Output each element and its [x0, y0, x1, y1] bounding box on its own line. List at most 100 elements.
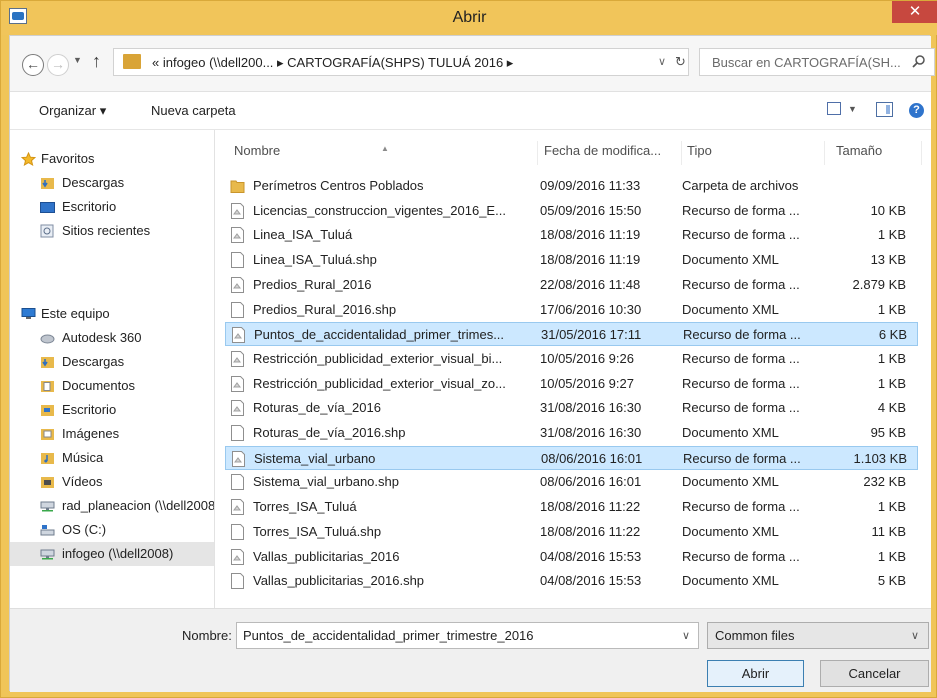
file-type: Documento XML: [682, 252, 779, 268]
table-row[interactable]: Torres_ISA_Tuluá.shp 18/08/2016 11:22 Docu…: [225, 520, 918, 544]
breadcrumb[interactable]: « infogeo (\\dell200... ▸ CARTOGRAFÍA(SH…: [152, 55, 513, 71]
xml-file-icon: [231, 523, 244, 540]
file-date: 09/09/2016 11:33: [540, 178, 641, 193]
file-size: 13 KB: [870, 252, 906, 268]
sidebar-item-this-pc[interactable]: Este equipo: [10, 302, 214, 326]
column-header-size[interactable]: Tamaño: [836, 143, 882, 167]
chevron-down-icon[interactable]: ∨: [911, 629, 919, 642]
close-button[interactable]: ✕: [892, 1, 937, 23]
folder-icon: [230, 180, 245, 193]
sidebar-item-pictures[interactable]: Imágenes: [10, 422, 214, 446]
help-icon[interactable]: ?: [909, 103, 924, 118]
sidebar-item-favorites-desktop[interactable]: Escritorio: [10, 195, 214, 219]
sidebar-item-label: Descargas: [62, 354, 125, 369]
table-row[interactable]: Predios_Rural_2016.shp 17/06/2016 10:30 Do…: [225, 298, 918, 322]
shape-file-icon: [231, 202, 244, 219]
forward-button[interactable]: →: [47, 54, 69, 76]
up-arrow-icon[interactable]: ↑: [92, 51, 101, 72]
file-size: 5 KB: [877, 573, 906, 589]
back-button[interactable]: ←: [22, 54, 44, 76]
column-header-date[interactable]: Fecha de modifica...: [544, 143, 661, 167]
file-size: 1.103 KB: [853, 450, 908, 466]
view-options-icon[interactable]: [827, 102, 841, 115]
table-row[interactable]: Sistema_vial_urbano.shp 08/06/2016 16:01 D…: [225, 470, 918, 494]
table-row[interactable]: Linea_ISA_Tuluá 18/08/2016 11:19 Recurso d…: [225, 223, 918, 247]
sidebar-item-os-drive[interactable]: OS (C:): [10, 518, 214, 542]
sidebar-item-favorites-downloads[interactable]: Descargas: [10, 171, 214, 195]
file-type: Documento XML: [682, 425, 779, 440]
search-input[interactable]: Buscar en CARTOGRAFÍA(SH...: [712, 55, 901, 70]
table-row[interactable]: Perímetros Centros Poblados 09/09/2016 11…: [225, 174, 918, 198]
table-row[interactable]: Vallas_publicitarias_2016 04/08/2016 15:5…: [225, 545, 918, 569]
file-date: 18/08/2016 11:22: [540, 499, 641, 515]
filename-value[interactable]: Puntos_de_accidentalidad_primer_trimestr…: [243, 628, 534, 643]
file-type: Recurso de forma ...: [682, 350, 800, 366]
file-date: 31/08/2016 16:30: [540, 425, 642, 440]
sidebar-item-music[interactable]: Música: [10, 446, 214, 470]
chevron-down-icon[interactable]: ▼: [848, 104, 857, 114]
recent-locations-chevron-icon[interactable]: ▼: [73, 55, 82, 65]
table-row[interactable]: Torres_ISA_Tuluá 18/08/2016 11:22 Recurso …: [225, 495, 918, 519]
table-row[interactable]: Roturas_de_vía_2016 31/08/2016 16:30 Recur…: [225, 396, 918, 420]
open-dialog-window: Abrir ✕ ← → ▼ ↑ « infogeo (\\dell200... …: [0, 0, 937, 698]
table-row[interactable]: Predios_Rural_2016 22/08/2016 11:48 Recurs…: [225, 273, 918, 297]
sidebar-item-desktop[interactable]: Escritorio: [10, 398, 214, 422]
column-divider[interactable]: [921, 141, 922, 165]
title-bar[interactable]: Abrir ✕: [1, 1, 937, 35]
sidebar-item-downloads[interactable]: Descargas: [10, 350, 214, 374]
column-divider[interactable]: [824, 141, 825, 165]
sidebar-item-videos[interactable]: Vídeos: [10, 470, 214, 494]
sidebar-item-rad-planeacion[interactable]: rad_planeacion (\\dell2008): [10, 494, 214, 518]
table-row[interactable]: Restricción_publicidad_exterior_visual_b…: [225, 347, 918, 371]
sidebar-item-label: Autodesk 360: [62, 330, 142, 345]
sidebar-item-autodesk[interactable]: Autodesk 360: [10, 326, 214, 350]
videos-folder-icon: [41, 477, 54, 488]
table-row[interactable]: Sistema_vial_urbano 08/06/2016 16:01 Recur…: [225, 445, 918, 470]
sidebar-item-favorites[interactable]: Favoritos: [10, 147, 214, 171]
open-button[interactable]: Abrir: [707, 660, 804, 687]
file-type: Carpeta de archivos: [682, 178, 799, 193]
file-name: Linea_ISA_Tuluá.shp: [253, 252, 377, 268]
local-drive-icon: [40, 525, 55, 536]
sidebar-item-label: Escritorio: [62, 402, 117, 417]
xml-file-icon: [231, 573, 244, 590]
chevron-down-icon[interactable]: ∨: [658, 55, 666, 68]
sidebar-item-infogeo[interactable]: infogeo (\\dell2008): [10, 542, 214, 566]
table-row[interactable]: Roturas_de_vía_2016.shp 31/08/2016 16:30 D…: [225, 421, 918, 445]
table-row[interactable]: Restricción_publicidad_exterior_visual_z…: [225, 372, 918, 396]
file-size: 4 KB: [877, 400, 906, 416]
shape-file-icon: [231, 350, 244, 367]
filename-input[interactable]: Puntos_de_accidentalidad_primer_trimestr…: [236, 622, 699, 649]
file-size: 1 KB: [877, 350, 906, 366]
xml-file-icon: [231, 252, 244, 269]
file-date: 31/05/2016 17:11: [541, 327, 642, 343]
column-header-type[interactable]: Tipo: [687, 143, 712, 167]
address-bar[interactable]: « infogeo (\\dell200... ▸ CARTOGRAFÍA(SH…: [113, 48, 689, 76]
file-type-select[interactable]: Common files ∨: [707, 622, 929, 649]
sidebar-item-recent-places[interactable]: Sitios recientes: [10, 219, 214, 243]
table-row[interactable]: Puntos_de_accidentalidad_primer_trimes..…: [225, 322, 918, 347]
sidebar-item-label: Música: [62, 450, 104, 465]
window-title: Abrir: [452, 9, 487, 26]
search-icon[interactable]: [912, 54, 926, 68]
sidebar-item-label: Vídeos: [62, 474, 103, 489]
table-row[interactable]: Licencias_construccion_vigentes_2016_E..…: [225, 199, 918, 223]
file-date: 05/09/2016 15:50: [540, 202, 642, 218]
navigation-pane: Favoritos Descargas Escritorio Sitios re…: [10, 130, 214, 621]
sidebar-item-documents[interactable]: Documentos: [10, 374, 214, 398]
file-type: Recurso de forma ...: [682, 227, 800, 243]
column-divider[interactable]: [537, 141, 538, 165]
preview-pane-icon[interactable]: [876, 102, 893, 117]
cancel-button[interactable]: Cancelar: [820, 660, 929, 687]
chevron-down-icon[interactable]: ∨: [682, 629, 690, 642]
column-divider[interactable]: [681, 141, 682, 165]
new-folder-button[interactable]: Nueva carpeta: [151, 103, 236, 118]
column-header-name[interactable]: Nombre ▲: [234, 143, 389, 167]
search-box[interactable]: Buscar en CARTOGRAFÍA(SH...: [699, 48, 935, 76]
table-row[interactable]: Linea_ISA_Tuluá.shp 18/08/2016 11:19 Docum…: [225, 248, 918, 272]
file-type: Recurso de forma ...: [682, 499, 800, 515]
table-row[interactable]: Vallas_publicitarias_2016.shp 04/08/2016 …: [225, 569, 918, 593]
refresh-icon[interactable]: ↻: [675, 54, 686, 70]
dialog-client-area: ← → ▼ ↑ « infogeo (\\dell200... ▸ CARTOG…: [9, 35, 935, 692]
organize-button[interactable]: Organizar ▾: [39, 103, 106, 119]
